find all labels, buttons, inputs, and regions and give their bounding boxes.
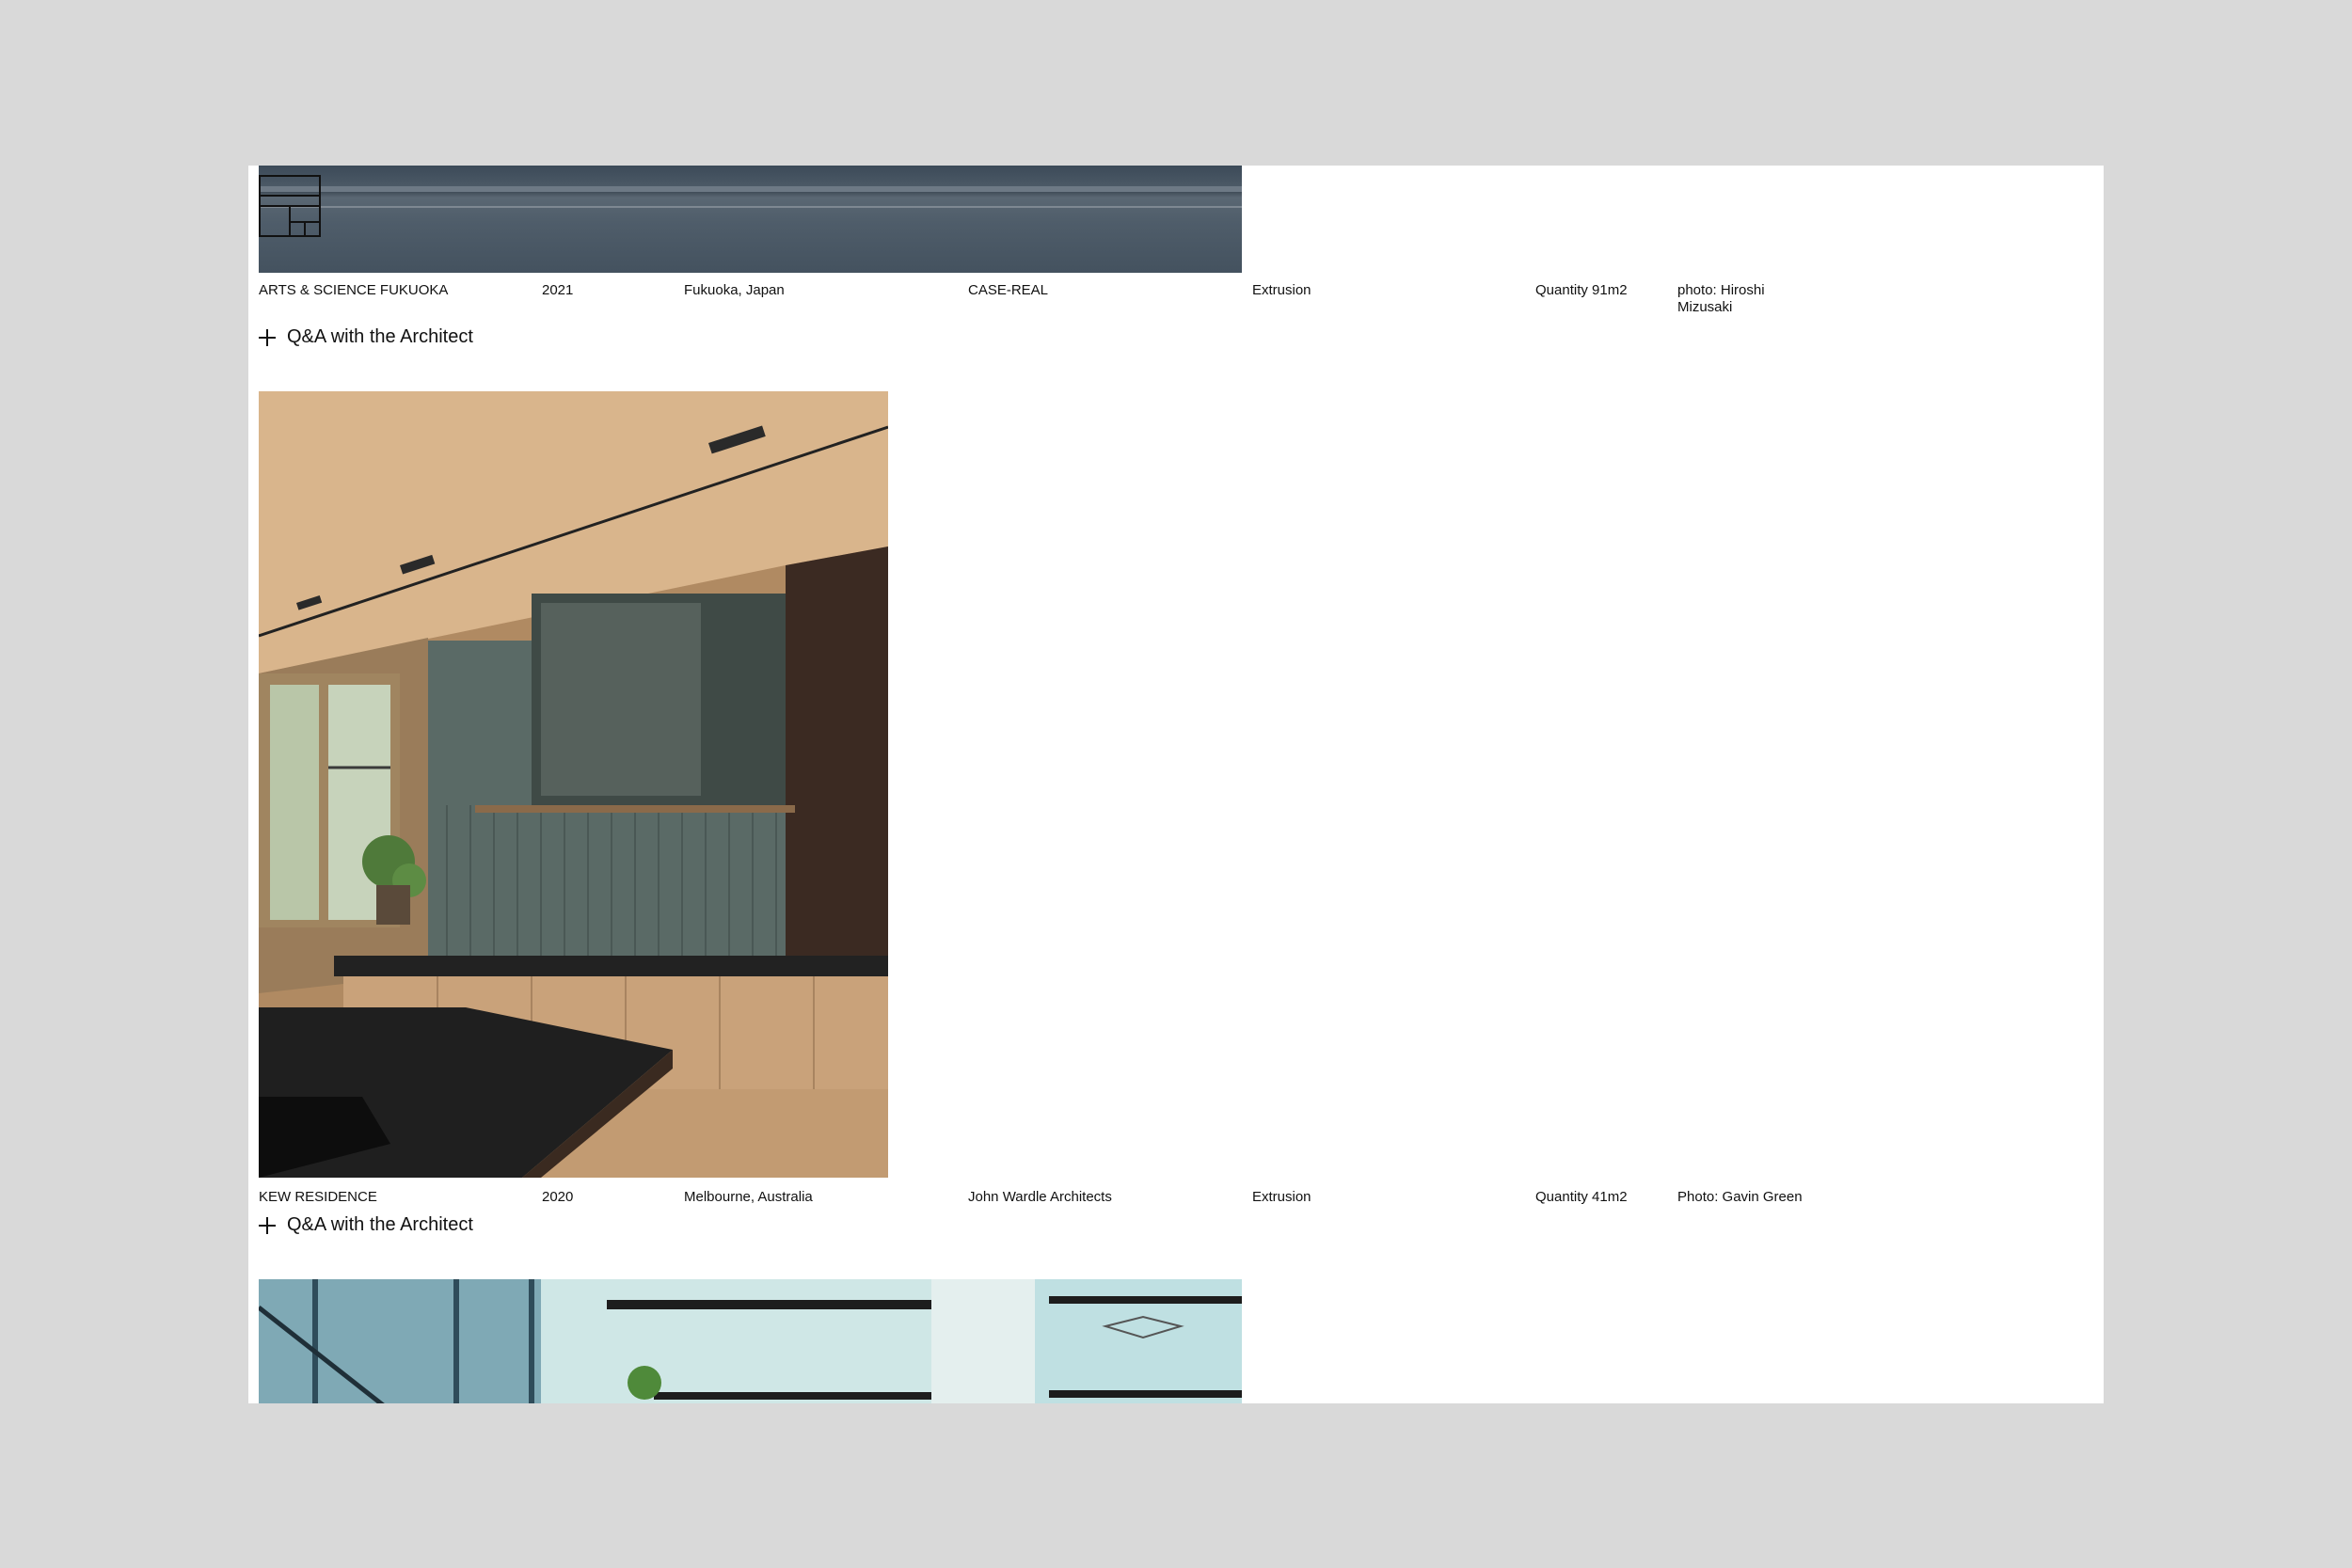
project-product: Extrusion xyxy=(1252,1189,1311,1205)
project-photo-credit: photo: Hiroshi Mizusaki xyxy=(1677,282,1765,315)
project-meta-row: ARTS & SCIENCE FUKUOKA 2021 Fukuoka, Jap… xyxy=(259,282,1952,320)
kitchen-photo-illustration xyxy=(259,391,888,1178)
project-name[interactable]: KEW RESIDENCE xyxy=(259,1189,377,1206)
project-year: 2021 xyxy=(542,282,574,298)
qa-architect-toggle[interactable]: Q&A with the Architect xyxy=(259,1214,473,1236)
project-name[interactable]: ARTS & SCIENCE FUKUOKA xyxy=(259,282,448,299)
project-architect: CASE-REAL xyxy=(968,282,1049,298)
project-product: Extrusion xyxy=(1252,282,1311,298)
project-quantity: Quantity 91m2 xyxy=(1535,282,1628,298)
project-architect: John Wardle Architects xyxy=(968,1189,1112,1205)
plus-icon xyxy=(259,1216,276,1234)
road-curb xyxy=(259,186,1242,192)
qa-architect-label: Q&A with the Architect xyxy=(287,1214,473,1235)
plus-icon xyxy=(259,328,276,346)
project-image-next[interactable] xyxy=(259,1279,1242,1403)
project-quantity: Quantity 41m2 xyxy=(1535,1189,1628,1205)
qa-architect-toggle[interactable]: Q&A with the Architect xyxy=(259,326,473,348)
office-photo-illustration xyxy=(259,1279,1242,1403)
project-photo-credit: Photo: Gavin Green xyxy=(1677,1189,1803,1205)
project-location: Fukuoka, Japan xyxy=(684,282,785,298)
project-location: Melbourne, Australia xyxy=(684,1189,813,1205)
project-image-arts-science-fukuoka[interactable] xyxy=(259,166,1242,273)
project-meta-row: KEW RESIDENCE 2020 Melbourne, Australia … xyxy=(259,1189,1952,1227)
project-list-page: ARTS & SCIENCE FUKUOKA 2021 Fukuoka, Jap… xyxy=(248,166,2104,1403)
road-lane xyxy=(259,206,1242,208)
project-image-kew-residence[interactable] xyxy=(259,391,888,1178)
grid-square-logo-icon[interactable] xyxy=(259,175,321,237)
project-year: 2020 xyxy=(542,1189,574,1205)
qa-architect-label: Q&A with the Architect xyxy=(287,326,473,347)
